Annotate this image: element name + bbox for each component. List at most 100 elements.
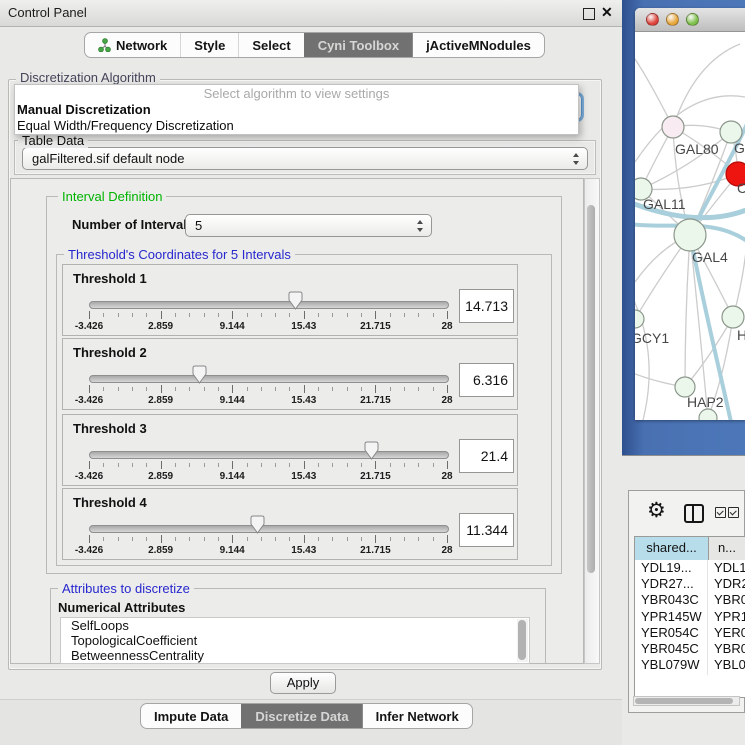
algorithm-dropdown-placeholder[interactable]: Select algorithm to view settings [15, 85, 578, 102]
tab-impute-data[interactable]: Impute Data [141, 704, 241, 728]
table-row[interactable]: YBR043CYBR0... [635, 592, 745, 608]
checkbox-icon[interactable] [728, 507, 739, 518]
network-window: GAL80GACGAL11GAL4GCY1HHAP2 [635, 8, 745, 420]
list-item[interactable]: TopologicalCoefficient [61, 633, 529, 648]
tab-label-select: Select [252, 38, 290, 53]
threshold-value-field[interactable]: 6.316 [459, 363, 514, 397]
tick-label: 21.715 [353, 545, 397, 556]
control-panel: Control Panel ✕ NetworkStyle Select Cyni T… [0, 0, 622, 745]
tick-label: 21.715 [353, 471, 397, 482]
threshold-value-field[interactable]: 21.4 [459, 439, 514, 473]
gear-icon[interactable]: ⚙ [647, 498, 666, 523]
tick-label: 15.43 [282, 395, 326, 406]
tab-cyni-toolbox[interactable]: Cyni Toolbox [304, 33, 412, 57]
network-node-label: HAP2 [687, 394, 724, 410]
table-row[interactable]: YDR27...YDR2... [635, 576, 745, 592]
tick-label: -3.426 [67, 395, 111, 406]
slider-thumb[interactable] [192, 365, 207, 384]
node-table: shared...n... YDL19...YDL1...YDR27...YDR… [634, 536, 745, 698]
table-cell: YBL0... [708, 657, 745, 673]
list-item[interactable]: BetweennessCentrality [61, 648, 529, 663]
tick-label: 9.144 [210, 395, 254, 406]
table-row[interactable]: YDL19...YDL1... [635, 560, 745, 576]
network-node-gal4[interactable] [674, 219, 706, 251]
scrollbar-thumb[interactable] [635, 698, 733, 704]
network-edge [685, 235, 690, 387]
algorithm-options: Manual DiscretizationEqual Width/Frequen… [15, 102, 578, 134]
close-icon[interactable]: ✕ [601, 4, 613, 21]
table-data-combobox-value: galFiltered.sif default node [32, 148, 184, 169]
slider-thumb[interactable] [364, 441, 379, 460]
zoom-traffic-light-icon[interactable] [686, 13, 699, 26]
network-node-label: C [737, 180, 745, 196]
algorithm-option-manual-discretization[interactable]: Manual Discretization [15, 102, 578, 118]
tab-label-cyni-toolbox: Cyni Toolbox [318, 38, 399, 53]
slider-thumb[interactable] [288, 291, 303, 310]
apply-button[interactable]: Apply [270, 672, 336, 694]
network-canvas[interactable]: GAL80GACGAL11GAL4GCY1HHAP2 [635, 32, 745, 420]
slider-track[interactable] [89, 375, 449, 383]
column-header-2[interactable]: n... [709, 537, 745, 560]
scrollbar-thumb[interactable] [587, 205, 595, 573]
screen: Control Panel ✕ NetworkStyle Select Cyni T… [0, 0, 745, 745]
tab-discretize-data[interactable]: Discretize Data [241, 704, 361, 728]
slider-scale: -3.4262.8599.14415.4321.71528 [89, 311, 449, 333]
control-panel-title: Control Panel [8, 0, 87, 26]
table-row[interactable]: YBR045CYBR0... [635, 641, 745, 657]
numerical-attributes-label: Numerical Attributes [58, 600, 185, 615]
slider-track[interactable] [89, 525, 449, 533]
network-icon [98, 38, 111, 52]
table-row[interactable]: YLR345WYLR3... [635, 673, 745, 675]
numerical-attributes-list[interactable]: SelfLoopsTopologicalCoefficientBetweenne… [60, 617, 530, 664]
tab-infer-network[interactable]: Infer Network [362, 704, 472, 728]
threshold-panel-4: Threshold 4-3.4262.8599.14415.4321.71528… [62, 488, 518, 560]
list-item[interactable]: SelfLoops [61, 618, 529, 633]
control-panel-titlebar: Control Panel ✕ [0, 0, 622, 27]
attributes-list-scrollbar[interactable] [517, 619, 528, 662]
threshold-label: Threshold 3 [73, 421, 147, 436]
table-row[interactable]: YPR145WYPR1... [635, 609, 745, 625]
slider-track[interactable] [89, 301, 449, 309]
tab-style[interactable]: Style [180, 33, 238, 57]
slider-scale: -3.4262.8599.14415.4321.71528 [89, 535, 449, 557]
network-node-gal80[interactable] [662, 116, 684, 138]
slider-track[interactable] [89, 451, 449, 459]
algorithm-option-equal-width-frequency-discretization[interactable]: Equal Width/Frequency Discretization [15, 118, 578, 134]
tick-label: 2.859 [139, 545, 183, 556]
table-cell: YLR345W [635, 673, 708, 675]
tab-label-discretize-data: Discretize Data [255, 709, 348, 724]
settings-vertical-scrollbar[interactable] [584, 178, 600, 664]
slider-thumb[interactable] [250, 515, 265, 534]
table-cell: YBR043C [635, 592, 708, 608]
network-node-label: GAL4 [692, 249, 728, 265]
tick-label: 2.859 [139, 471, 183, 482]
float-window-icon[interactable] [583, 8, 595, 20]
table-row[interactable]: YER054CYER0... [635, 625, 745, 641]
columns-icon[interactable] [684, 504, 704, 523]
tab-select[interactable]: Select [238, 33, 303, 57]
network-node-label: GCY1 [635, 330, 669, 346]
threshold-panel-3: Threshold 3-3.4262.8599.14415.4321.71528… [62, 414, 518, 486]
table-horizontal-scrollbar[interactable] [633, 696, 740, 706]
table-cell: YER054C [635, 625, 708, 641]
column-header-1[interactable]: shared... [635, 537, 709, 560]
tab-jactivemnodules[interactable]: jActiveMNodules [412, 33, 544, 57]
minimize-traffic-light-icon[interactable] [666, 13, 679, 26]
scrollbar-thumb[interactable] [518, 620, 526, 660]
tab-label-jactivemnodules: jActiveMNodules [426, 38, 531, 53]
table-data-group-title: Table Data [18, 133, 88, 148]
tab-bar: NetworkStyle Select Cyni Toolbox jActiveMNo… [84, 32, 545, 58]
table-row[interactable]: YBL079WYBL0... [635, 657, 745, 673]
threshold-value-field[interactable]: 11.344 [459, 513, 514, 547]
network-node-h[interactable] [722, 306, 744, 328]
close-traffic-light-icon[interactable] [646, 13, 659, 26]
network-node[interactable] [699, 409, 717, 420]
combo-arrows-icon [573, 153, 580, 165]
checkbox-icon[interactable] [715, 507, 726, 518]
number-of-intervals-label: Number of Intervals [72, 217, 194, 232]
number-of-intervals-combobox[interactable]: 5 [185, 214, 432, 237]
threshold-value-field[interactable]: 14.713 [459, 289, 514, 323]
table-data-combobox[interactable]: galFiltered.sif default node [22, 147, 588, 170]
tab-label-infer-network: Infer Network [376, 709, 459, 724]
tab-network[interactable]: Network [85, 33, 180, 57]
